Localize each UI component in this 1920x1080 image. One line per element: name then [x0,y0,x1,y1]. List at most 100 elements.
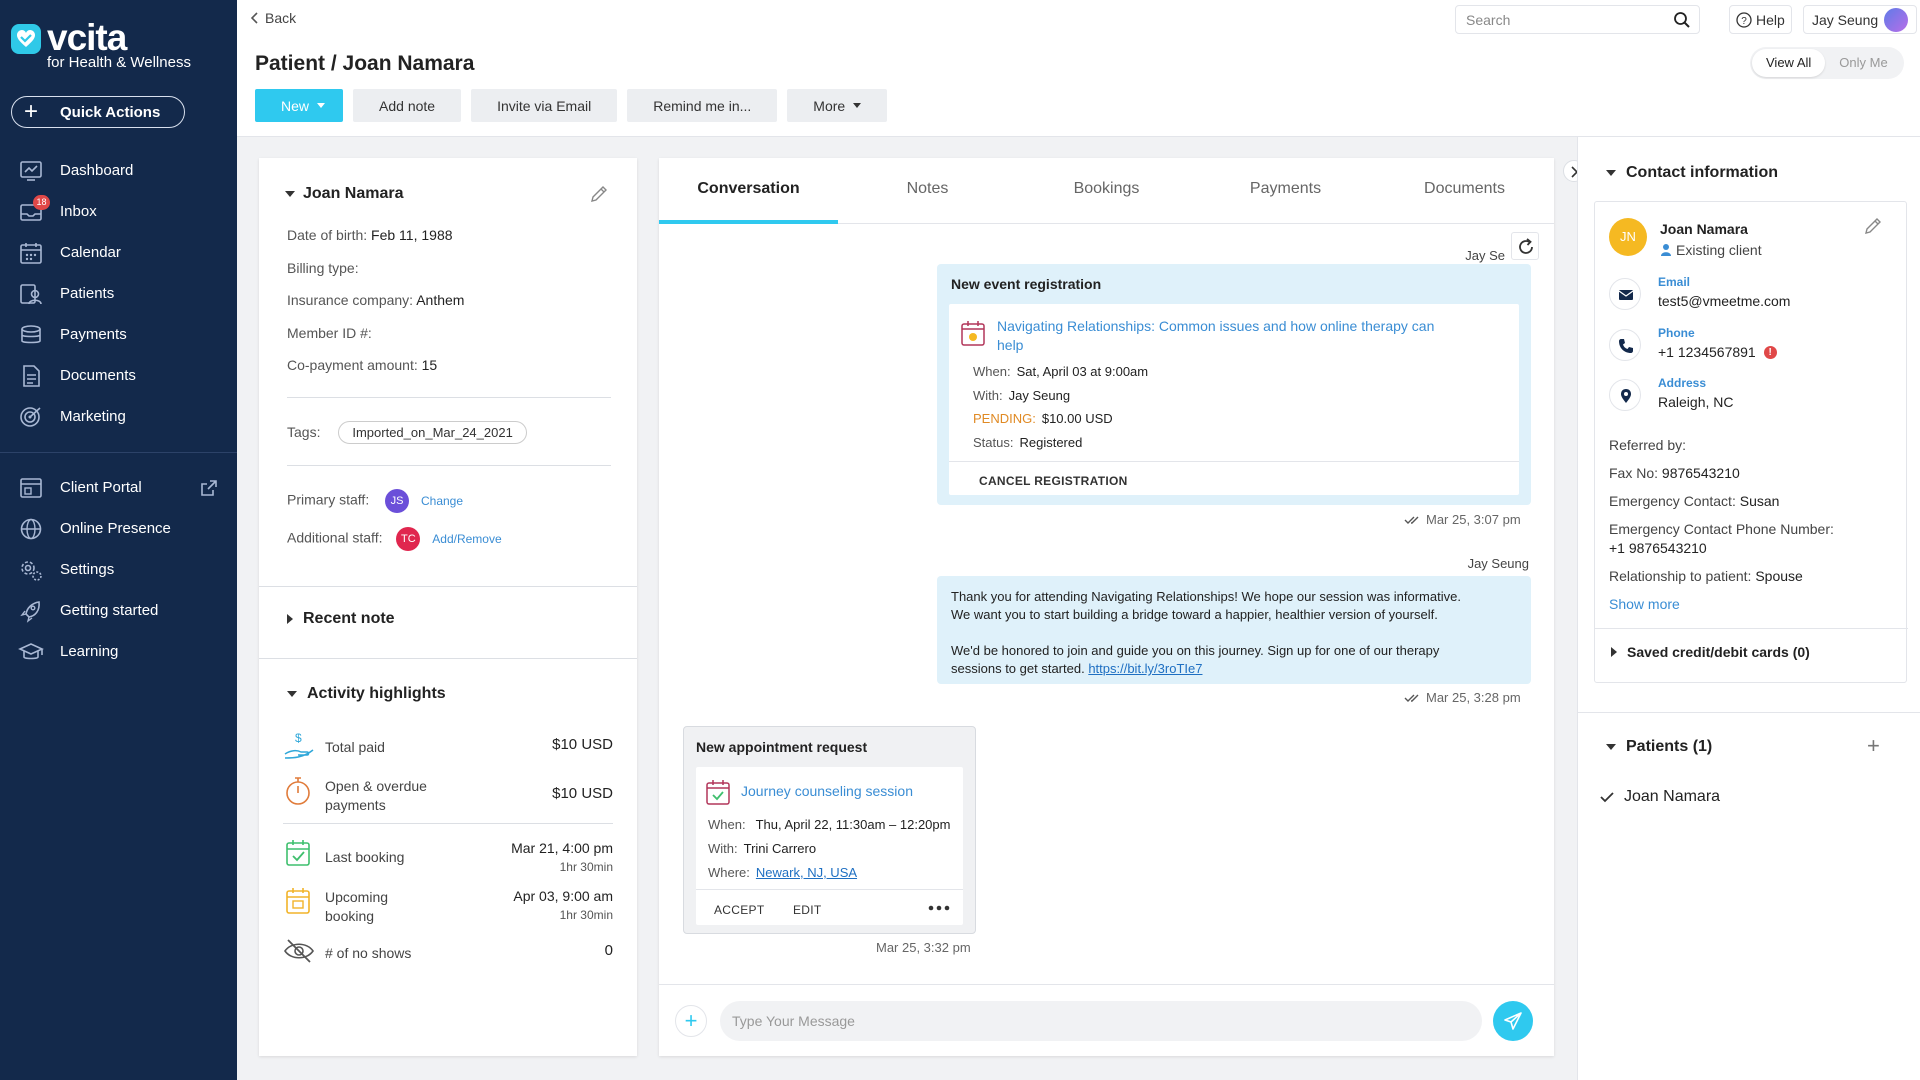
event-status-row: Status: Registered [973,435,1082,450]
location-link[interactable]: Newark, NJ, USA [756,865,857,880]
recent-note-title: Recent note [303,610,395,627]
saved-cards-toggle[interactable]: Saved credit/debit cards (0) [1611,644,1810,660]
activity-label: booking [325,908,375,924]
upcoming-booking-row: Upcoming booking Apr 03, 9:00 am 1hr 30m… [283,886,613,926]
help-button[interactable]: ? Help [1729,5,1792,34]
sidebar-item-payments[interactable]: Payments [0,314,237,355]
new-button[interactable]: New [255,89,344,122]
activity-duration: 1hr 30min [559,908,613,922]
marketing-icon [20,407,41,427]
sidebar: vcita for Health & Wellness + Quick Acti… [0,0,237,1080]
tab-documents[interactable]: Documents [1375,180,1554,198]
contact-avatar: JN [1609,218,1647,256]
view-all-toggle[interactable]: View All [1752,49,1826,77]
phone-value[interactable]: +1 1234567891 [1658,344,1756,360]
field-label: Insurance company: [287,292,414,308]
insurance-row: Insurance company: Anthem [287,292,464,308]
signup-link[interactable]: https://bit.ly/3roTIe7 [1088,661,1202,676]
edit-button[interactable]: EDIT [793,903,822,917]
contact-info-toggle[interactable]: Contact information [1606,164,1778,182]
patients-section-toggle[interactable]: Patients (1) [1606,738,1712,756]
activity-label: Open & overdue [325,778,427,794]
attach-plus-button[interactable]: + [675,1005,707,1037]
sidebar-item-marketing[interactable]: Marketing [0,396,237,437]
external-link-icon[interactable] [200,479,218,497]
quick-actions-button[interactable]: + Quick Actions [11,96,185,128]
conversation-panel: Conversation Notes Bookings Payments Doc… [659,158,1554,1056]
phone-circle [1609,329,1641,361]
tab-bookings[interactable]: Bookings [1017,180,1196,198]
payments-icon [21,325,41,344]
contact-panel: Contact information JN Joan Namara Exist… [1577,137,1920,1080]
recent-note-toggle[interactable]: Recent note [287,610,395,628]
sidebar-item-client-portal[interactable]: Client Portal [0,467,237,508]
sidebar-item-inbox[interactable]: 18 Inbox [0,191,237,232]
accept-button[interactable]: ACCEPT [714,903,764,917]
change-staff-link[interactable]: Change [421,494,463,508]
dashboard-icon [20,161,42,181]
send-button[interactable] [1493,1001,1533,1041]
email-value[interactable]: test5@vmeetme.com [1658,293,1790,309]
sidebar-item-dashboard[interactable]: Dashboard [0,150,237,191]
tab-bar: Conversation Notes Bookings Payments Doc… [659,158,1554,224]
activity-value: $10 USD [552,785,613,802]
add-patient-button[interactable]: + [1867,733,1880,759]
field-label: Co-payment amount: [287,357,418,373]
message-timestamp: Mar 25, 3:32 pm [876,940,971,955]
sidebar-item-documents[interactable]: Documents [0,355,237,396]
activity-label: payments [325,797,386,813]
heart-logo-icon [11,24,41,54]
user-menu[interactable]: Jay Seung [1803,5,1918,34]
paper-plane-icon [1504,1012,1522,1030]
show-more-link[interactable]: Show more [1609,596,1680,612]
search-icon[interactable] [1673,11,1691,29]
cancel-registration-button[interactable]: CANCEL REGISTRATION [979,474,1128,488]
patient-header[interactable]: Joan Namara [285,185,404,203]
tab-payments[interactable]: Payments [1196,180,1375,198]
remind-me-button[interactable]: Remind me in... [627,89,778,122]
sidebar-item-getting-started[interactable]: Getting started [0,590,237,631]
event-title-link[interactable]: Navigating Relationships: Common issues … [997,317,1507,355]
activity-label: Upcoming [325,889,389,905]
refresh-button[interactable] [1511,232,1539,260]
brand-subtitle: for Health & Wellness [47,54,191,71]
compose-bar: + [659,984,1554,1056]
more-button[interactable]: More [787,89,888,122]
row-label: Where: [708,865,750,880]
patient-list-item[interactable]: Joan Namara [1600,788,1720,806]
pencil-edit-icon[interactable] [589,184,609,204]
sidebar-item-learning[interactable]: Learning [0,631,237,672]
sidebar-item-settings[interactable]: Settings [0,549,237,590]
documents-icon [23,365,40,387]
add-remove-staff-link[interactable]: Add/Remove [432,532,501,546]
activity-highlights-toggle[interactable]: Activity highlights [287,685,446,703]
sidebar-item-online-presence[interactable]: Online Presence [0,508,237,549]
event-registration-message: New event registration Navigating Relati… [937,264,1531,505]
pending-label: PENDING: [973,411,1036,426]
emergency-contact-row: Emergency Contact: Susan [1609,492,1899,511]
row-label: Emergency Contact Phone Number: [1609,521,1834,537]
message-input[interactable] [720,1001,1482,1041]
primary-staff-row: Primary staff: JS Change [287,489,463,513]
brand-logo[interactable]: vcita for Health & Wellness [11,18,231,72]
add-note-button[interactable]: Add note [353,89,462,122]
event-card: Navigating Relationships: Common issues … [949,304,1519,495]
search-input[interactable] [1466,11,1666,28]
back-link[interactable]: Back [251,10,296,26]
appointment-title-link[interactable]: Journey counseling session [741,782,913,801]
more-dots-icon[interactable] [928,904,950,912]
active-tab-indicator [659,220,838,224]
no-shows-row: # of no shows 0 [283,938,613,968]
tab-conversation[interactable]: Conversation [659,180,838,198]
sidebar-item-patients[interactable]: Patients [0,273,237,314]
sidebar-item-calendar[interactable]: Calendar [0,232,237,273]
gear-icon [21,561,42,581]
message-body: Thank you for attending Navigating Relat… [951,588,1511,678]
tab-notes[interactable]: Notes [838,180,1017,198]
only-me-toggle[interactable]: Only Me [1825,49,1901,77]
calendar-check-icon [286,840,310,866]
pencil-edit-icon[interactable] [1863,216,1883,236]
stopwatch-icon [286,777,310,805]
invite-email-button[interactable]: Invite via Email [471,89,618,122]
tag-pill[interactable]: Imported_on_Mar_24_2021 [338,421,527,444]
